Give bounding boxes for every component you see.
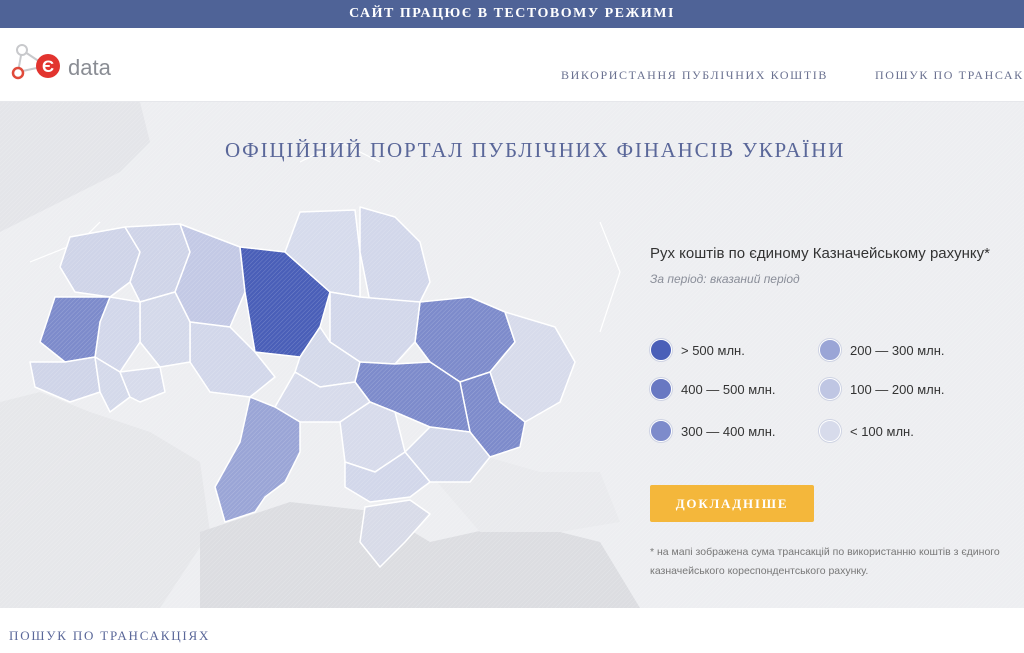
nav-public-funds[interactable]: ВИКОРИСТАННЯ ПУБЛІЧНИХ КОШТІВ bbox=[561, 68, 828, 83]
legend-item: > 500 млн. bbox=[650, 339, 745, 361]
info-title: Рух коштів по єдиному Казначейському рах… bbox=[650, 245, 991, 262]
legend-swatch bbox=[819, 378, 841, 400]
legend-swatch bbox=[819, 339, 841, 361]
hero-section: ОФІЦІЙНИЙ ПОРТАЛ ПУБЛІЧНИХ ФІНАНСІВ УКРА… bbox=[0, 102, 1024, 608]
legend-label: 100 — 200 млн. bbox=[850, 381, 945, 397]
legend-label: 300 — 400 млн. bbox=[681, 423, 776, 439]
test-mode-banner: САЙТ ПРАЦЮЄ В ТЕСТОВОМУ РЕЖИМІ bbox=[0, 0, 1024, 28]
details-button[interactable]: ДОКЛАДНІШЕ bbox=[650, 485, 814, 522]
legend-swatch bbox=[650, 378, 672, 400]
legend-label: < 100 млн. bbox=[850, 423, 914, 439]
legend-item: < 100 млн. bbox=[819, 420, 914, 442]
legend-swatch bbox=[819, 420, 841, 442]
map-footnote: * на мапі зображена сума трансакцій по в… bbox=[650, 546, 1000, 577]
neighbor-country bbox=[0, 392, 210, 608]
neighbor-country bbox=[0, 102, 150, 232]
transaction-search-section-title: ПОШУК ПО ТРАНСАКЦІЯХ bbox=[9, 628, 211, 643]
site-header: Є data ВИКОРИСТАННЯ ПУБЛІЧНИХ КОШТІВ ПОШ… bbox=[0, 28, 1024, 102]
legend-swatch bbox=[650, 420, 672, 442]
legend-swatch bbox=[650, 339, 672, 361]
nav-transaction-search[interactable]: ПОШУК ПО ТРАНСАКЦІЯХ bbox=[875, 68, 1024, 83]
legend-item: 100 — 200 млн. bbox=[819, 378, 945, 400]
legend-label: > 500 млн. bbox=[681, 342, 745, 358]
legend-label: 400 — 500 млн. bbox=[681, 381, 776, 397]
hero-title: ОФІЦІЙНИЙ ПОРТАЛ ПУБЛІЧНИХ ФІНАНСІВ УКРА… bbox=[224, 138, 846, 162]
legend-item: 300 — 400 млн. bbox=[650, 420, 776, 442]
region-volyn bbox=[59, 226, 141, 298]
info-period: За період: вказаний період bbox=[650, 272, 800, 286]
legend-item: 200 — 300 млн. bbox=[819, 339, 945, 361]
logo-letter: Є bbox=[42, 57, 54, 76]
logo-text: data bbox=[68, 55, 111, 80]
legend-label: 200 — 300 млн. bbox=[850, 342, 945, 358]
legend-item: 400 — 500 млн. bbox=[650, 378, 776, 400]
site-logo[interactable]: Є data bbox=[10, 42, 130, 90]
region-sumy bbox=[359, 206, 431, 303]
